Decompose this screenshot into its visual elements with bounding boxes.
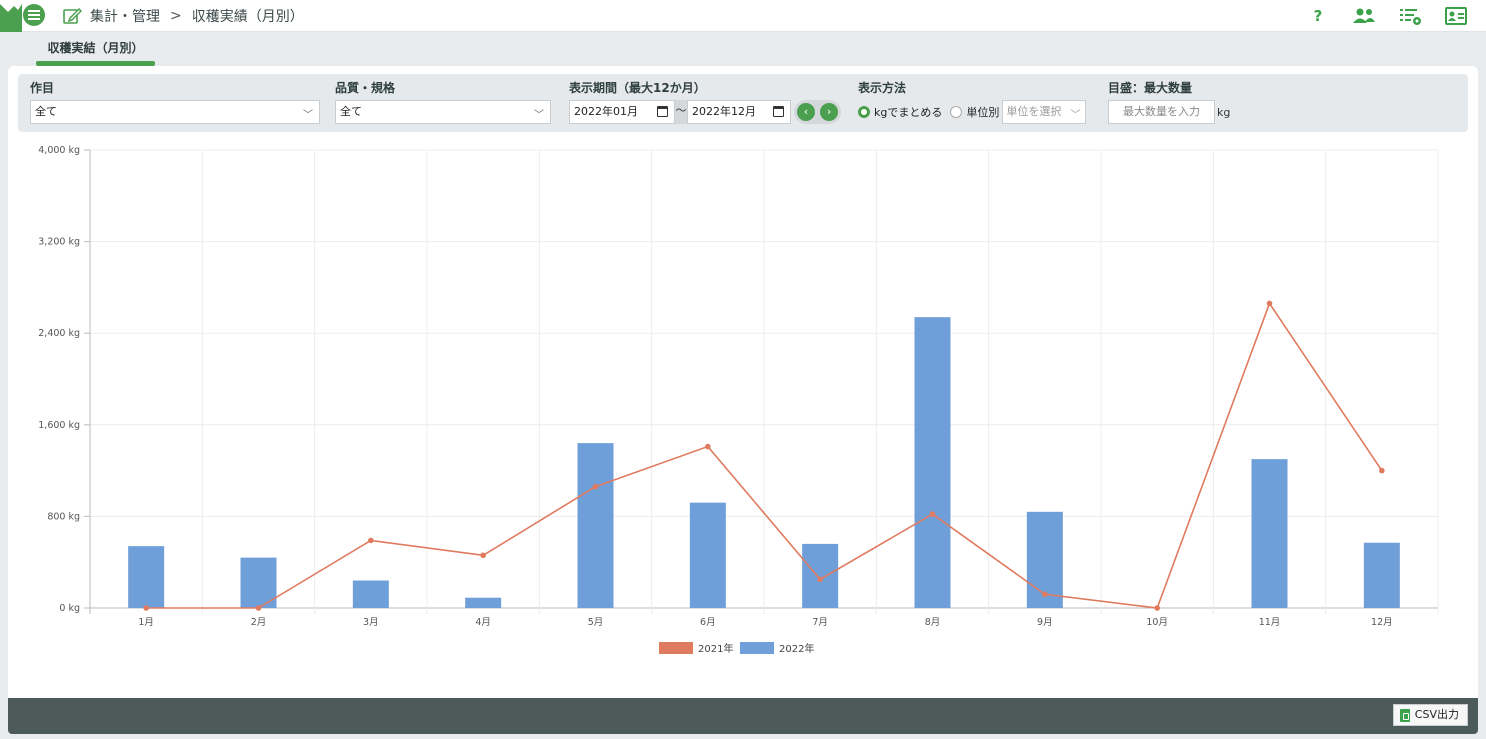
x-tick-label: 8月 <box>925 617 941 628</box>
breadcrumb-separator: > <box>170 8 182 24</box>
line-2021-point <box>1042 591 1048 598</box>
line-2021-point <box>255 605 262 611</box>
excel-file-icon <box>1399 708 1410 722</box>
line-2021-point <box>143 605 149 611</box>
top-header: 集計・管理 > 収穫実績（月別） ? <box>0 0 1486 32</box>
line-2021-point <box>592 483 599 490</box>
legend-swatch-2021 <box>659 642 693 654</box>
app-logo-menu-icon[interactable] <box>0 0 50 32</box>
bar-2022 <box>128 546 165 608</box>
line-2021-point <box>1154 605 1160 611</box>
chart-grid <box>89 149 1439 614</box>
y-tick-label: 800 kg <box>47 511 80 522</box>
header-actions: ? <box>1306 5 1468 27</box>
tab-bar: 収穫実結（月別） <box>0 32 1486 66</box>
bar-2022 <box>1251 459 1288 608</box>
tab-monthly-harvest[interactable]: 収穫実結（月別） <box>36 40 155 66</box>
x-tick-label: 1月 <box>138 617 154 628</box>
line-2021-point <box>480 552 486 559</box>
bar-2022 <box>689 502 726 608</box>
breadcrumb-parent[interactable]: 集計・管理 <box>90 6 160 26</box>
x-tick-label: 6月 <box>700 617 716 628</box>
breadcrumb-current: 収穫実績（月別） <box>191 9 304 25</box>
legend-swatch-2022 <box>740 642 774 654</box>
x-tick-label: 5月 <box>588 617 604 628</box>
legend-label-2021: 2021年 <box>698 642 733 655</box>
tab-label: 収穫実結（月別） <box>47 41 144 55</box>
x-tick-label: 10月 <box>1146 617 1168 628</box>
line-2021-point <box>1266 300 1273 307</box>
bar-2022 <box>465 597 502 608</box>
bar-2022 <box>802 543 839 608</box>
x-axis: 1月 2月 3月 4月 5月 6月 7月 8月 9月 10月 11月 12月 <box>138 617 1392 628</box>
csv-export-label: CSV出力 <box>1414 708 1459 721</box>
x-tick-label: 4月 <box>475 617 491 628</box>
x-tick-label: 9月 <box>1037 617 1053 628</box>
x-tick-label: 12月 <box>1371 617 1393 628</box>
chart-legend: 2021年 2022年 <box>659 642 814 655</box>
y-axis: 0 kg 800 kg 1,600 kg 2,400 kg 3,200 kg 4,000 … <box>38 145 90 614</box>
y-tick-label: 2,400 kg <box>38 328 80 339</box>
bar-2022 <box>352 580 389 608</box>
bar-2022 <box>914 317 951 608</box>
csv-export-button[interactable]: CSV出力 <box>1392 704 1468 726</box>
y-tick-label: 1,600 kg <box>38 420 80 431</box>
line-2021-point <box>705 443 711 450</box>
footer-bar: CSV出力 <box>8 698 1478 734</box>
profile-card-icon[interactable] <box>1444 5 1468 27</box>
edit-icon <box>63 7 82 24</box>
line-2021-point <box>817 576 823 583</box>
y-tick-label: 3,200 kg <box>38 237 80 248</box>
x-tick-label: 3月 <box>363 617 379 628</box>
x-tick-label: 11月 <box>1259 617 1281 628</box>
x-tick-label: 7月 <box>812 617 828 628</box>
main-panel: 作目 全て ﹀ 品質・規格 全て ﹀ 表示期間（最大12か月） 2022年01月… <box>8 66 1478 726</box>
breadcrumb: 集計・管理 > 収穫実績（月別） <box>62 6 304 26</box>
bar-2022 <box>1363 542 1400 608</box>
help-icon[interactable]: ? <box>1306 5 1330 27</box>
y-tick-label: 4,000 kg <box>38 145 80 156</box>
y-tick-label: 0 kg <box>59 603 80 614</box>
legend-label-2022: 2022年 <box>779 642 814 655</box>
users-icon[interactable] <box>1352 5 1376 27</box>
line-2021-point <box>929 511 936 517</box>
x-tick-label: 2月 <box>251 617 267 628</box>
line-2021-point <box>1379 467 1385 474</box>
harvest-chart: 0 kg 800 kg 1,600 kg 2,400 kg 3,200 kg 4,000 … <box>38 145 1439 655</box>
list-settings-icon[interactable] <box>1398 5 1422 27</box>
line-2021-point <box>368 537 374 544</box>
bar-2022 <box>577 443 614 608</box>
